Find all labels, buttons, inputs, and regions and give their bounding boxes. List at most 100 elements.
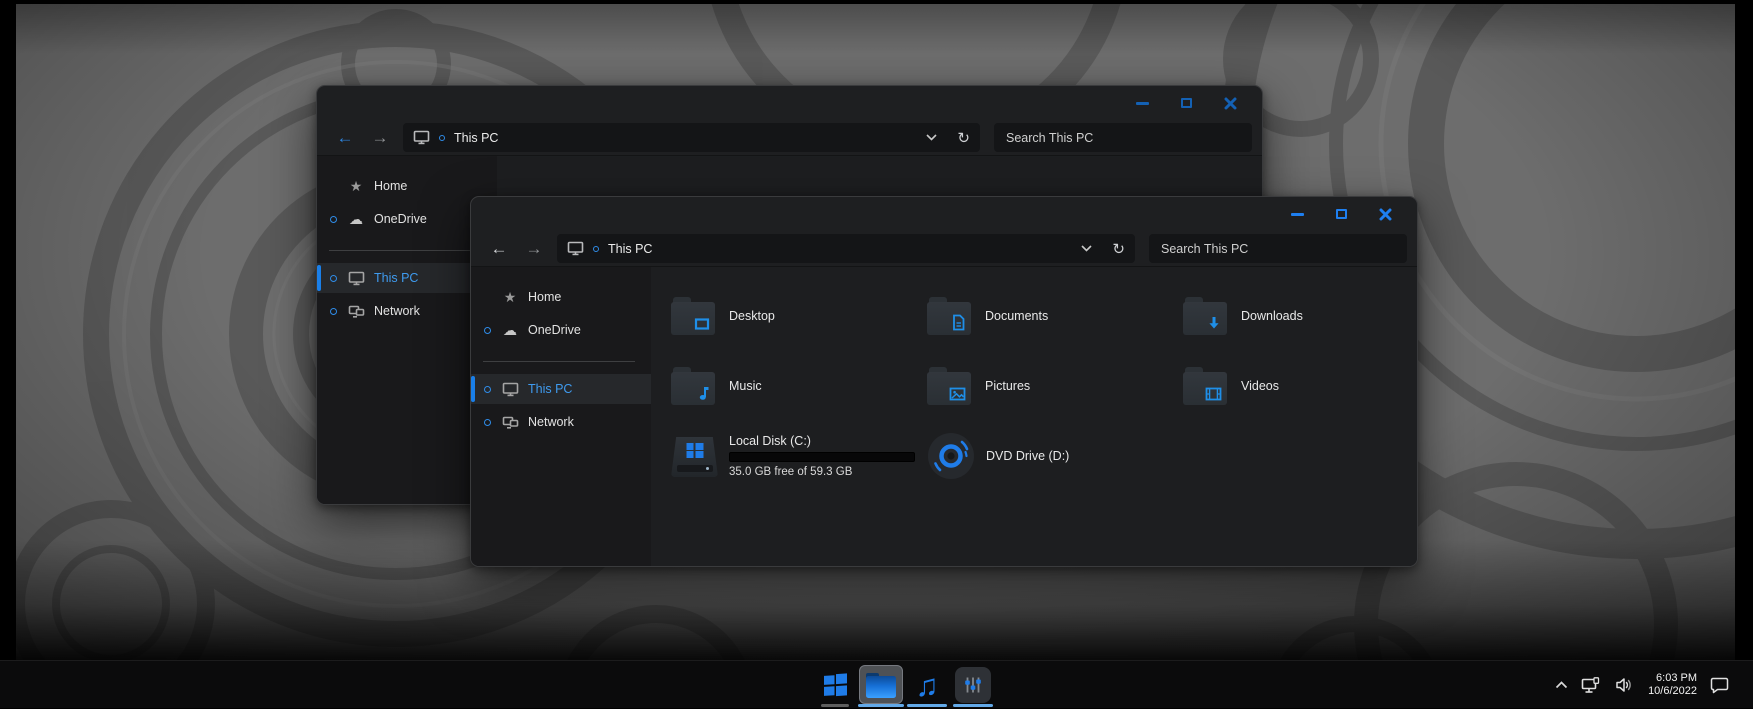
taskbar-clock[interactable]: 6:03 PM 10/6/2022 bbox=[1648, 672, 1697, 698]
volume-icon[interactable] bbox=[1615, 677, 1635, 693]
this-pc-icon bbox=[413, 130, 430, 145]
home-icon: ★ bbox=[349, 178, 363, 194]
breadcrumb-separator-icon bbox=[593, 245, 599, 252]
breadcrumb-location: This PC bbox=[608, 241, 653, 256]
sidebar-item-label: Home bbox=[374, 179, 408, 193]
navigation-pane: ★ Home ☁ OneDrive This PC Network bbox=[471, 267, 651, 566]
this-pc-icon bbox=[500, 382, 520, 397]
expand-chevron-icon[interactable] bbox=[484, 385, 491, 393]
minimize-icon bbox=[1290, 212, 1304, 216]
folder-item-pictures[interactable]: Pictures bbox=[927, 367, 1183, 405]
maximize-button[interactable] bbox=[1331, 205, 1351, 223]
folder-item-music[interactable]: Music bbox=[671, 367, 927, 405]
home-icon: ★ bbox=[503, 289, 517, 305]
taskbar: ♫ 6:03 PM 10/6/2022 bbox=[0, 660, 1753, 708]
close-button[interactable] bbox=[1375, 205, 1395, 223]
maximize-button[interactable] bbox=[1176, 94, 1196, 112]
music-folder-icon bbox=[671, 367, 717, 405]
sidebar-item-label: This PC bbox=[528, 382, 573, 396]
drive-label: Local Disk (C:) bbox=[729, 434, 811, 448]
network-icon bbox=[500, 415, 520, 430]
file-explorer-taskbar-button[interactable] bbox=[858, 661, 904, 709]
sidebar-item-home[interactable]: ★ Home bbox=[471, 282, 651, 312]
forward-button[interactable]: → bbox=[522, 240, 546, 257]
file-explorer-icon bbox=[866, 672, 896, 698]
address-bar[interactable]: This PC ↻ bbox=[403, 123, 980, 152]
pictures-folder-icon bbox=[927, 367, 973, 405]
back-button[interactable]: ← bbox=[333, 129, 357, 146]
windows-logo-icon bbox=[686, 443, 703, 458]
system-tray: 6:03 PM 10/6/2022 bbox=[1555, 661, 1729, 709]
close-icon bbox=[1224, 97, 1236, 109]
equalizer-app-taskbar-button[interactable] bbox=[950, 661, 996, 709]
maximize-icon bbox=[1335, 209, 1347, 219]
expand-chevron-icon[interactable] bbox=[484, 418, 491, 426]
disk-usage-bar bbox=[729, 452, 915, 462]
this-pc-icon bbox=[346, 271, 366, 286]
address-bar[interactable]: This PC ↻ bbox=[557, 234, 1135, 263]
hidden-icons-chevron-up-icon[interactable] bbox=[1555, 681, 1568, 689]
sidebar-item-this-pc[interactable]: This PC bbox=[471, 374, 651, 404]
forward-button[interactable]: → bbox=[368, 129, 392, 146]
expand-chevron-icon[interactable] bbox=[330, 307, 337, 315]
refresh-button[interactable]: ↻ bbox=[1112, 240, 1125, 258]
onedrive-cloud-icon: ☁ bbox=[503, 322, 517, 338]
folder-item-label: Downloads bbox=[1241, 309, 1303, 323]
sidebar-separator bbox=[329, 250, 481, 251]
desktop-folder-icon bbox=[671, 297, 717, 335]
notification-center-icon[interactable] bbox=[1710, 677, 1729, 694]
minimize-button[interactable] bbox=[1132, 94, 1152, 112]
folder-item-videos[interactable]: Videos bbox=[1183, 367, 1417, 405]
chevron-down-icon[interactable] bbox=[1081, 245, 1092, 252]
sidebar-item-network[interactable]: Network bbox=[471, 407, 651, 437]
close-icon bbox=[1379, 208, 1391, 220]
back-button[interactable]: ← bbox=[487, 240, 511, 257]
navigation-toolbar: ← → This PC ↻ bbox=[471, 231, 1417, 267]
drive-item-local-disk-c[interactable]: Local Disk (C:) 35.0 GB free of 59.3 GB bbox=[671, 434, 927, 478]
folder-item-label: Pictures bbox=[985, 379, 1031, 393]
refresh-button[interactable]: ↻ bbox=[957, 129, 970, 147]
expand-chevron-icon[interactable] bbox=[484, 326, 491, 334]
drive-item-dvd-d[interactable]: DVD Drive (D:) bbox=[927, 432, 1183, 480]
sidebar-item-home[interactable]: ★ Home bbox=[317, 171, 497, 201]
minimize-button[interactable] bbox=[1287, 205, 1307, 223]
maximize-icon bbox=[1180, 98, 1192, 108]
onedrive-cloud-icon: ☁ bbox=[349, 211, 363, 227]
close-button[interactable] bbox=[1220, 94, 1240, 112]
minimize-icon bbox=[1135, 101, 1149, 105]
folder-item-downloads[interactable]: Downloads bbox=[1183, 297, 1417, 335]
search-input[interactable] bbox=[1161, 241, 1395, 256]
sidebar-item-label: Home bbox=[528, 290, 562, 304]
music-app-taskbar-button[interactable]: ♫ bbox=[904, 661, 950, 709]
start-button[interactable] bbox=[812, 661, 858, 709]
expand-chevron-icon[interactable] bbox=[330, 215, 337, 223]
folder-item-desktop[interactable]: Desktop bbox=[671, 297, 927, 335]
chevron-down-icon[interactable] bbox=[926, 134, 937, 141]
videos-folder-icon bbox=[1183, 367, 1229, 405]
drive-label: DVD Drive (D:) bbox=[986, 449, 1070, 463]
drive-free-space-text: 35.0 GB free of 59.3 GB bbox=[729, 466, 853, 478]
network-icon bbox=[346, 304, 366, 319]
search-box[interactable] bbox=[1149, 234, 1407, 263]
network-status-icon[interactable] bbox=[1581, 676, 1602, 694]
search-input[interactable] bbox=[1006, 130, 1240, 145]
sidebar-item-label: Network bbox=[374, 304, 420, 318]
folder-item-documents[interactable]: Documents bbox=[927, 297, 1183, 335]
search-box[interactable] bbox=[994, 123, 1252, 152]
sidebar-item-onedrive[interactable]: ☁ OneDrive bbox=[471, 315, 651, 345]
breadcrumb-location: This PC bbox=[454, 130, 499, 145]
this-pc-icon bbox=[567, 241, 584, 256]
folder-content-pane: Desktop Documents Downloads Music Pictur… bbox=[651, 267, 1417, 566]
navigation-toolbar: ← → This PC ↻ bbox=[317, 120, 1262, 156]
expand-chevron-icon[interactable] bbox=[330, 274, 337, 282]
file-explorer-window-front[interactable]: ← → This PC ↻ ★ Home ☁ OneDrive bbox=[470, 196, 1418, 567]
titlebar[interactable] bbox=[471, 197, 1417, 231]
sidebar-item-label: OneDrive bbox=[374, 212, 427, 226]
titlebar[interactable] bbox=[317, 86, 1262, 120]
clock-time: 6:03 PM bbox=[1656, 672, 1697, 684]
sidebar-item-label: Network bbox=[528, 415, 574, 429]
folder-item-label: Music bbox=[729, 379, 762, 393]
clock-date: 10/6/2022 bbox=[1648, 685, 1697, 697]
downloads-folder-icon bbox=[1183, 297, 1229, 335]
folder-item-label: Documents bbox=[985, 309, 1049, 323]
